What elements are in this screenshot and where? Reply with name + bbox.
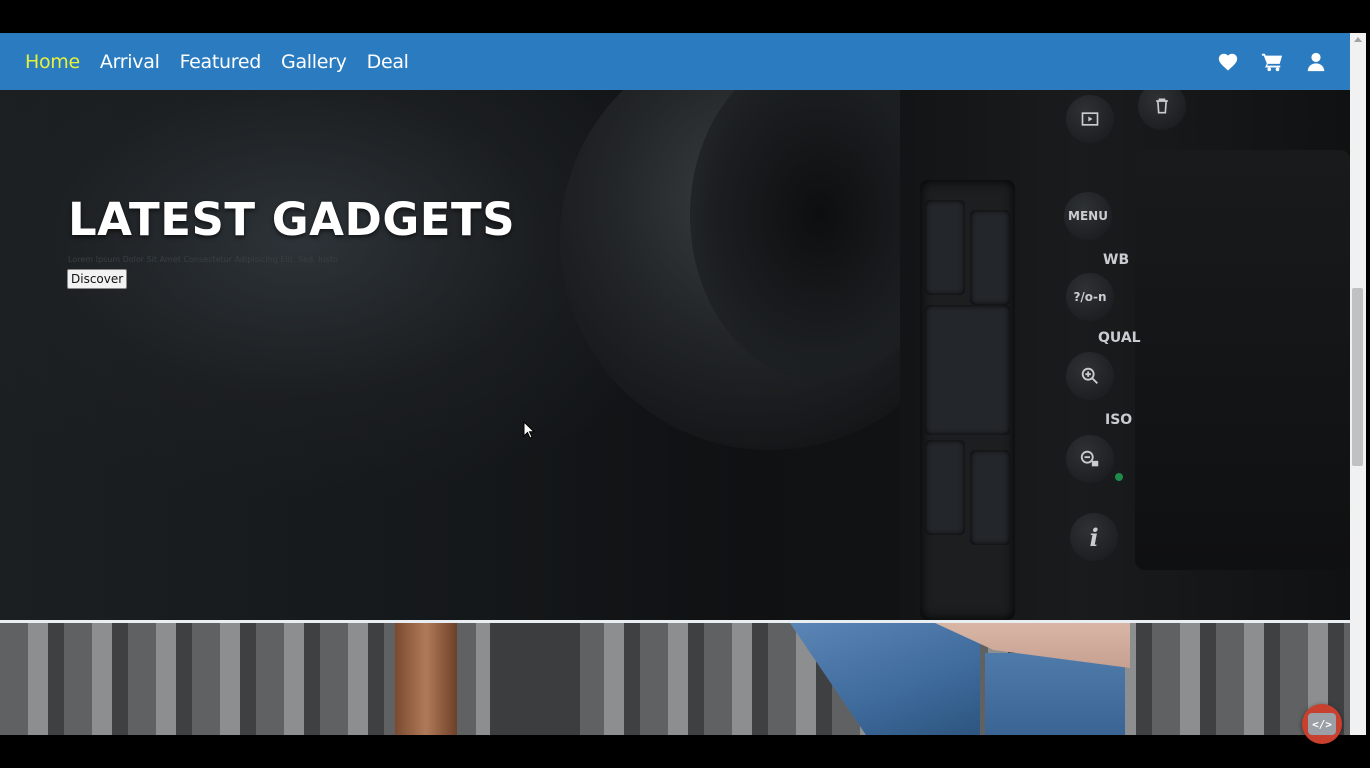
camera-qual-label: QUAL (1098, 330, 1141, 346)
navbar: Home Arrival Featured Gallery Deal (0, 33, 1350, 90)
camera-help-button: ?/o-n (1066, 273, 1114, 321)
nav-link-home[interactable]: Home (25, 51, 80, 73)
scroll-up-arrow-icon[interactable] (1354, 37, 1362, 42)
letterbox-bottom (0, 735, 1370, 768)
scroll-thumb[interactable] (1352, 288, 1363, 466)
camera-iso-label: ISO (1105, 412, 1133, 428)
camera-key (970, 450, 1010, 545)
cart-icon[interactable] (1260, 50, 1284, 74)
banner-dark-stripe (490, 623, 580, 735)
camera-info-button: i (1070, 513, 1118, 561)
discover-button[interactable]: Discover (67, 269, 128, 289)
zoom-in-icon (1066, 352, 1114, 400)
banner-jeans-left (790, 623, 980, 735)
camera-key (925, 440, 965, 535)
banner-copper-stripe (395, 623, 457, 735)
nav-link-deal[interactable]: Deal (367, 51, 409, 73)
camera-key (970, 210, 1010, 305)
camera-play-button (1066, 95, 1114, 143)
browser-viewport: Home Arrival Featured Gallery Deal MENU … (0, 33, 1350, 735)
page-scrollbar[interactable] (1350, 33, 1366, 735)
nav-icons (1196, 33, 1328, 90)
zoom-out-icon (1066, 435, 1114, 483)
letterbox-top (0, 0, 1370, 33)
code-fab-button[interactable]: </> (1302, 704, 1342, 744)
nav-link-featured[interactable]: Featured (180, 51, 262, 73)
user-icon[interactable] (1304, 50, 1328, 74)
heart-icon[interactable] (1216, 50, 1240, 74)
nav-link-arrival[interactable]: Arrival (100, 51, 160, 73)
camera-screen (1135, 150, 1350, 570)
camera-key (925, 200, 965, 295)
banner-jeans-right (985, 653, 1125, 735)
mouse-cursor-icon (523, 421, 535, 439)
hero-subtitle: Lorem Ipsum Dolor Sit Amet Consectetur A… (68, 255, 338, 264)
camera-menu-button: MENU (1064, 192, 1112, 240)
fashion-banner-image (0, 623, 1350, 735)
camera-key (925, 305, 1010, 435)
code-icon: </> (1308, 713, 1336, 735)
hero-section: MENU WB ?/o-n QUAL ISO i LATEST GADGETS … (0, 90, 1350, 620)
camera-led (1115, 473, 1123, 481)
camera-wb-label: WB (1103, 252, 1130, 268)
nav-link-gallery[interactable]: Gallery (281, 51, 347, 73)
hero-title: LATEST GADGETS (68, 193, 516, 246)
